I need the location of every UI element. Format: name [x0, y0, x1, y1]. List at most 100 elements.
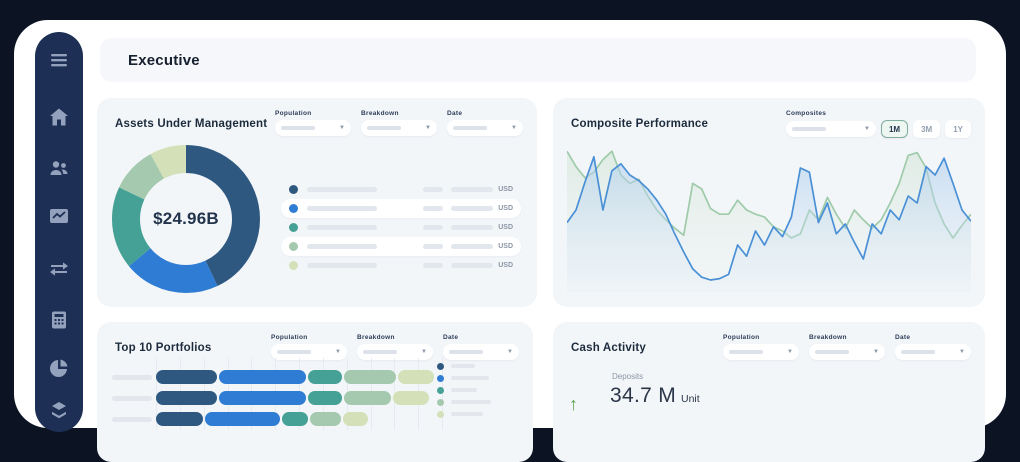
bar-segment	[219, 391, 306, 405]
chevron-down-icon: ▼	[864, 126, 870, 132]
composite-card: Composite Performance Composites ▼ 1M 3M…	[553, 98, 985, 307]
portfolios-legend-row[interactable]	[437, 408, 491, 420]
population-filter-label: Population	[271, 334, 347, 341]
portfolios-card: Top 10 Portfolios Population ▼ Breakdown…	[97, 322, 533, 462]
aum-filters: Population ▼ Breakdown ▼ Date ▼	[275, 110, 523, 136]
composites-filter-label: Composites	[786, 110, 826, 117]
legend-value-placeholder	[451, 244, 493, 249]
legend-currency: USD	[498, 186, 513, 193]
composite-card-title: Composite Performance	[571, 118, 708, 130]
legend-value-placeholder	[451, 187, 493, 192]
bar-segment	[308, 391, 342, 405]
population-select[interactable]: ▼	[275, 120, 351, 136]
legend-value-placeholder	[423, 263, 443, 268]
chevron-down-icon: ▼	[873, 349, 879, 355]
legend-value-placeholder	[423, 187, 443, 192]
breakdown-select[interactable]: ▼	[361, 120, 437, 136]
legend-name-placeholder	[307, 244, 377, 249]
bar-segment	[156, 370, 217, 384]
portfolios-card-title: Top 10 Portfolios	[115, 342, 211, 354]
home-icon[interactable]	[47, 105, 71, 129]
allocation-pie-icon[interactable]	[47, 356, 71, 380]
aum-legend-row[interactable]: USD	[281, 180, 521, 199]
chevron-down-icon: ▼	[511, 125, 517, 131]
range-button-3m[interactable]: 3M	[913, 120, 940, 138]
breakdown-filter-label: Breakdown	[357, 334, 433, 341]
portfolio-name-placeholder	[112, 375, 152, 380]
composite-line-chart[interactable]	[567, 142, 971, 297]
sidebar	[35, 32, 83, 432]
bar-segment	[393, 391, 429, 405]
portfolios-legend-row[interactable]	[437, 360, 491, 372]
aum-card: Assets Under Management Population ▼ Bre…	[97, 98, 537, 307]
legend-dot	[289, 242, 298, 251]
legend-name-placeholder	[307, 225, 377, 230]
legend-name-placeholder	[451, 388, 477, 392]
bar-segment	[205, 412, 280, 426]
chevron-down-icon: ▼	[959, 349, 965, 355]
legend-name-placeholder	[451, 364, 475, 368]
bar-segment	[156, 391, 217, 405]
population-select[interactable]: ▼	[723, 344, 799, 360]
bar-segment	[310, 412, 341, 426]
legend-dot	[437, 375, 444, 382]
calculator-icon[interactable]	[47, 308, 71, 332]
aum-legend-row[interactable]: USD	[281, 218, 521, 237]
range-button-1y[interactable]: 1Y	[945, 120, 971, 138]
legend-dot	[289, 204, 298, 213]
portfolios-legend-row[interactable]	[437, 372, 491, 384]
portfolios-legend-row[interactable]	[437, 384, 491, 396]
aum-total-value: $24.96B	[111, 144, 261, 294]
menu-icon[interactable]	[47, 48, 71, 72]
date-select[interactable]: ▼	[895, 344, 971, 360]
cash-card-title: Cash Activity	[571, 342, 646, 354]
transfers-icon[interactable]	[47, 256, 71, 280]
legend-name-placeholder	[307, 206, 377, 211]
aum-legend-row[interactable]: USD	[281, 256, 521, 275]
legend-currency: USD	[498, 262, 513, 269]
deposits-unit: Unit	[681, 393, 700, 405]
composite-card-header: Composite Performance Composites ▼ 1M 3M…	[553, 98, 985, 144]
bar-segment	[308, 370, 342, 384]
composites-select[interactable]: ▼	[786, 121, 876, 137]
layers-icon[interactable]	[47, 398, 71, 422]
aum-legend: USD USD USD USD USD	[281, 180, 521, 275]
date-select[interactable]: ▼	[447, 120, 523, 136]
breakdown-filter-label: Breakdown	[361, 110, 437, 117]
legend-value-placeholder	[423, 244, 443, 249]
legend-value-placeholder	[423, 206, 443, 211]
bar-segment	[398, 370, 434, 384]
portfolio-name-placeholder	[112, 396, 152, 401]
legend-name-placeholder	[451, 412, 483, 416]
date-filter-label: Date	[447, 110, 523, 117]
range-button-1m[interactable]: 1M	[881, 120, 908, 138]
legend-value-placeholder	[451, 225, 493, 230]
users-icon[interactable]	[47, 156, 71, 180]
performance-chart-icon[interactable]	[47, 204, 71, 228]
cash-filters: Population ▼ Breakdown ▼ Date ▼	[723, 334, 971, 360]
population-filter-label: Population	[723, 334, 799, 341]
portfolio-name-placeholder	[112, 417, 152, 422]
aum-card-title: Assets Under Management	[115, 118, 267, 130]
legend-currency: USD	[498, 224, 513, 231]
cash-card-header: Cash Activity Population ▼ Breakdown ▼ D…	[553, 322, 985, 368]
legend-value-placeholder	[451, 206, 493, 211]
bar-segment	[156, 412, 203, 426]
aum-legend-row[interactable]: USD	[281, 199, 521, 218]
date-select[interactable]: ▼	[443, 344, 519, 360]
legend-dot	[437, 411, 444, 418]
chevron-down-icon: ▼	[335, 349, 341, 355]
chevron-down-icon: ▼	[421, 349, 427, 355]
legend-name-placeholder	[307, 263, 377, 268]
aum-card-header: Assets Under Management Population ▼ Bre…	[97, 98, 537, 144]
breakdown-select[interactable]: ▼	[809, 344, 885, 360]
legend-dot	[437, 363, 444, 370]
deposits-value: 34.7 M	[610, 384, 676, 408]
legend-value-placeholder	[451, 263, 493, 268]
portfolios-legend-row[interactable]	[437, 396, 491, 408]
portfolios-legend	[437, 360, 491, 420]
legend-dot	[289, 223, 298, 232]
portfolios-filters: Population ▼ Breakdown ▼ Date ▼	[271, 334, 519, 360]
aum-donut-chart[interactable]: $24.96B	[111, 144, 261, 294]
aum-legend-row[interactable]: USD	[281, 237, 521, 256]
